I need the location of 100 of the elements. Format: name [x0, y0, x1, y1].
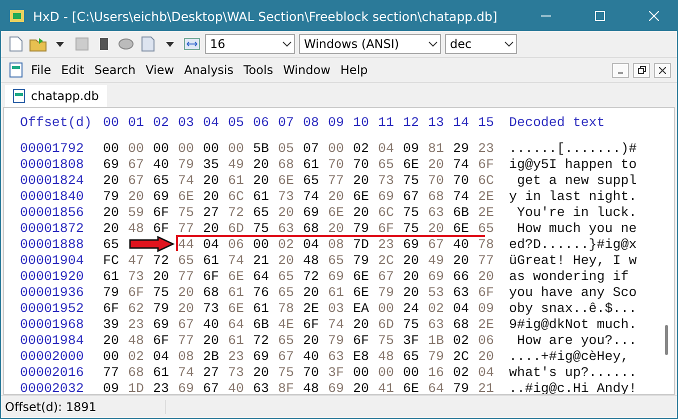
row-offset: 00002000: [20, 350, 85, 362]
hex-byte: 6B: [453, 206, 470, 218]
charset-dropdown[interactable]: Windows (ANSI): [299, 34, 441, 54]
column-header: 05: [228, 116, 245, 129]
hex-byte: 08: [328, 238, 345, 250]
hex-byte: 20: [478, 270, 495, 282]
hex-byte: 20: [403, 270, 420, 282]
close-button[interactable]: [654, 62, 671, 78]
column-header: 02: [153, 116, 170, 129]
document-icon: [7, 61, 25, 79]
row-offset: 00001952: [20, 302, 85, 314]
hex-byte: 23: [153, 382, 170, 394]
hex-byte: 68: [428, 190, 445, 202]
hex-byte: 6B: [253, 318, 270, 330]
file-tab[interactable]: chatapp.db: [5, 85, 107, 107]
menu-item[interactable]: Analysis: [180, 61, 238, 79]
hex-byte: 00: [378, 366, 395, 378]
hex-byte: 61: [253, 302, 270, 314]
hex-byte: 69: [153, 318, 170, 330]
hex-byte: 20: [328, 222, 345, 234]
decoded-text: oby snax..ê.$...: [509, 302, 637, 314]
hex-byte: 23: [128, 318, 145, 330]
hex-byte: 6E: [228, 270, 245, 282]
hex-byte: 7D: [353, 238, 370, 250]
hex-byte: 78: [278, 302, 295, 314]
row-offset: 00001904: [20, 254, 85, 266]
hex-byte: 79: [353, 254, 370, 266]
scrollbar-thumb[interactable]: [665, 325, 668, 355]
hex-byte: 73: [228, 366, 245, 378]
hex-byte: 75: [253, 222, 270, 234]
hex-byte: 20: [353, 318, 370, 330]
hex-byte: 20: [303, 286, 320, 298]
hex-byte: 2E: [478, 206, 495, 218]
hex-byte: 16: [428, 366, 445, 378]
hex-byte: 74: [228, 254, 245, 266]
menu-item[interactable]: Search: [90, 61, 140, 79]
hex-byte: 49: [228, 158, 245, 170]
restore-button[interactable]: [633, 62, 650, 78]
hex-byte: 09: [103, 382, 120, 394]
new-file-icon[interactable]: [7, 35, 25, 53]
row-offset: 00001936: [20, 286, 85, 298]
menu-item[interactable]: Help: [336, 61, 372, 79]
hex-byte: 00: [353, 366, 370, 378]
hex-byte: 39: [103, 318, 120, 330]
hex-byte: 64: [428, 382, 445, 394]
hex-byte: 20: [103, 206, 120, 218]
hex-byte: 69: [153, 190, 170, 202]
hex-byte: 2B: [203, 350, 220, 362]
column-header: 07: [278, 116, 295, 129]
menu-item[interactable]: View: [142, 61, 178, 79]
hex-byte: 6F: [353, 334, 370, 346]
hex-byte: 40: [228, 382, 245, 394]
menu-item[interactable]: Tools: [240, 61, 278, 79]
hex-byte: 00: [178, 142, 195, 154]
window-title: HxD - [C:\Users\eichb\Desktop\WAL Section\Freeblock section\chatapp.db]: [33, 8, 498, 24]
decoded-text: ..#ig@c.Hi Andy!: [509, 382, 637, 394]
hex-byte: 1D: [128, 382, 145, 394]
hex-byte: 81: [428, 142, 445, 154]
offset-base-dropdown[interactable]: dec: [445, 34, 517, 54]
hex-byte: 6E: [178, 190, 195, 202]
row-offset: 00001968: [20, 318, 85, 330]
decoded-text: 9#ig@dkNot much.: [509, 318, 637, 330]
hex-byte: 70: [353, 158, 370, 170]
menu-item[interactable]: File: [27, 61, 56, 79]
hex-byte: 00: [328, 142, 345, 154]
menu-item[interactable]: Edit: [57, 61, 88, 79]
row-offset: 00001824: [20, 174, 85, 186]
hex-byte: 23: [228, 350, 245, 362]
menu-item[interactable]: Window: [279, 61, 334, 79]
hex-byte: 00: [103, 142, 120, 154]
hex-byte: 63: [428, 206, 445, 218]
column-header: 06: [253, 116, 270, 129]
hex-byte: 69: [328, 382, 345, 394]
hex-byte: 48: [128, 334, 145, 346]
hex-byte: 75: [378, 334, 395, 346]
decoded-header: Decoded text: [509, 116, 605, 129]
hex-byte: 05: [278, 142, 295, 154]
hex-byte: 6C: [378, 206, 395, 218]
hex-byte: 6F: [128, 286, 145, 298]
hex-byte: 24: [403, 302, 420, 314]
hex-byte: 75: [403, 206, 420, 218]
hex-byte: 6E: [353, 270, 370, 282]
hex-byte: 69: [328, 270, 345, 282]
hex-byte: 20: [253, 158, 270, 170]
column-header: 10: [353, 116, 370, 129]
hex-byte: 76: [253, 286, 270, 298]
hex-byte: 04: [153, 350, 170, 362]
hex-byte: 67: [178, 318, 195, 330]
hex-byte: 27: [203, 366, 220, 378]
decoded-text: ig@y5I happen to: [509, 158, 637, 170]
column-header: 13: [428, 116, 445, 129]
hex-byte: 02: [128, 350, 145, 362]
bytes-per-row-dropdown[interactable]: 16: [205, 34, 295, 54]
column-header: 09: [328, 116, 345, 129]
hex-byte: 6F: [478, 286, 495, 298]
hex-byte: 2C: [378, 254, 395, 266]
hex-byte: 74: [453, 158, 470, 170]
hex-byte: 53: [428, 286, 445, 298]
hex-byte: 59: [128, 206, 145, 218]
width-icon: [183, 35, 201, 53]
